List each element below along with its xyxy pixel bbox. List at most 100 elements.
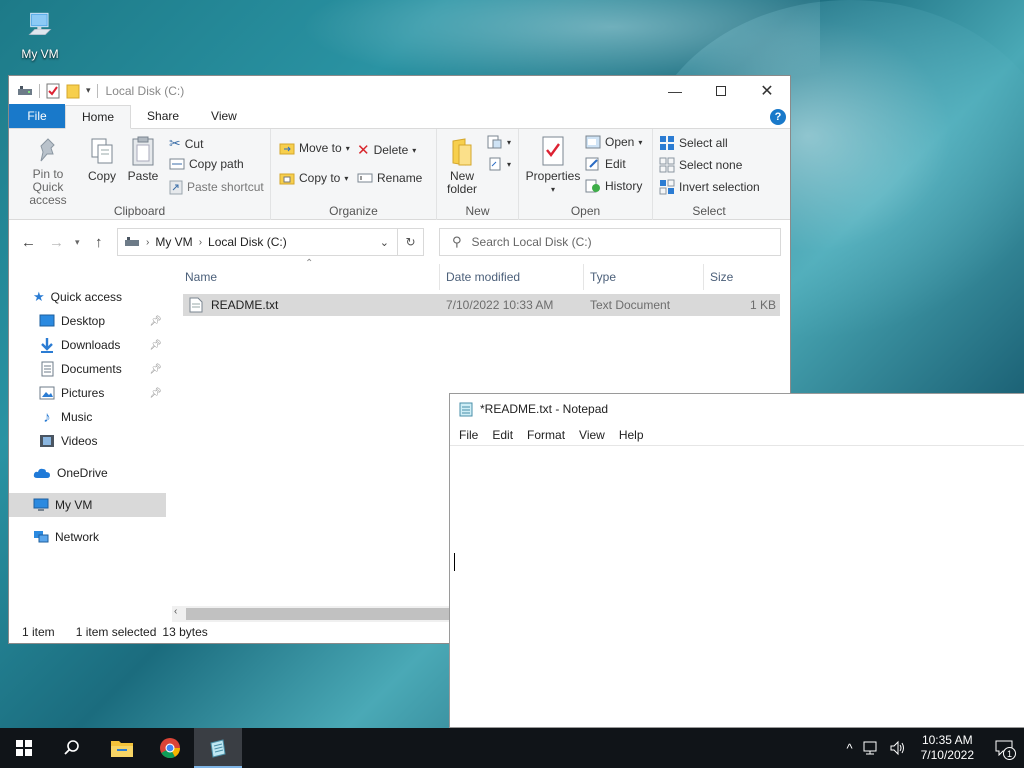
menu-file[interactable]: File: [452, 428, 485, 442]
properties-button[interactable]: Properties ▾: [521, 135, 585, 196]
delete-button[interactable]: ✕ Delete ▾: [357, 141, 416, 159]
copy-button[interactable]: Copy: [85, 137, 119, 183]
recent-dropdown-icon[interactable]: ▾: [75, 237, 80, 248]
notepad-titlebar[interactable]: *README.txt - Notepad: [450, 394, 1024, 424]
tab-home[interactable]: Home: [65, 105, 132, 129]
copy-to-button[interactable]: Copy to ▾: [279, 171, 348, 185]
search-box[interactable]: ⚲ Search Local Disk (C:): [439, 228, 781, 256]
breadcrumb-local-disk[interactable]: Local Disk (C:): [208, 235, 287, 249]
paste-icon: [132, 136, 154, 166]
column-header-size[interactable]: Size: [710, 264, 733, 290]
menu-view[interactable]: View: [572, 428, 612, 442]
tab-share[interactable]: Share: [131, 104, 195, 128]
taskbar-file-explorer[interactable]: [98, 728, 146, 768]
paste-shortcut-button[interactable]: Paste shortcut: [169, 179, 264, 195]
address-dropdown-icon[interactable]: ⌄: [380, 236, 389, 249]
volume-icon[interactable]: [889, 740, 907, 756]
history-button[interactable]: History: [585, 179, 642, 193]
show-hidden-icons-chevron-icon[interactable]: ^: [841, 741, 859, 756]
search-button[interactable]: [48, 728, 96, 768]
properties-check-icon[interactable]: [46, 83, 60, 99]
music-note-icon: ♪: [43, 408, 51, 426]
ribbon: Pin to Quick access Copy Paste ✂ Cut Cop…: [9, 129, 790, 220]
new-folder-qa-icon[interactable]: [66, 83, 80, 99]
notepad-icon: [459, 402, 473, 417]
taskbar-chrome[interactable]: [146, 728, 194, 768]
edit-button[interactable]: Edit: [585, 157, 626, 171]
select-all-icon: [660, 136, 674, 150]
minimize-button[interactable]: —: [652, 76, 698, 105]
qa-dropdown-icon[interactable]: ▾: [86, 85, 91, 96]
nav-label: Music: [61, 410, 93, 424]
properties-label: Properties: [525, 169, 581, 183]
tab-file[interactable]: File: [9, 104, 65, 128]
nav-quick-access[interactable]: ★ Quick access: [9, 285, 166, 309]
nav-pictures[interactable]: Pictures 📌︎: [9, 381, 166, 405]
nav-downloads[interactable]: Downloads 📌︎: [9, 333, 166, 357]
paste-button[interactable]: Paste: [125, 135, 161, 183]
rename-button[interactable]: Rename: [357, 171, 422, 185]
column-header-type[interactable]: Type: [590, 264, 616, 290]
action-center-button[interactable]: 1: [984, 728, 1024, 768]
select-all-button[interactable]: Select all: [659, 135, 728, 151]
close-button[interactable]: ✕: [744, 76, 790, 105]
breadcrumb-my-vm[interactable]: My VM: [155, 235, 192, 249]
help-icon[interactable]: ?: [770, 109, 786, 125]
chevron-down-icon: ▾: [507, 159, 512, 169]
nav-desktop[interactable]: Desktop 📌︎: [9, 309, 166, 333]
menu-edit[interactable]: Edit: [485, 428, 520, 442]
invert-selection-button[interactable]: Invert selection: [659, 179, 760, 195]
network-status-icon[interactable]: [863, 740, 881, 756]
start-button[interactable]: [0, 728, 48, 768]
taskbar-notepad[interactable]: [194, 728, 242, 768]
organize-group-label: Organize: [329, 204, 378, 218]
desktop-icon-my-vm[interactable]: My VM: [12, 8, 68, 61]
tab-view[interactable]: View: [195, 104, 253, 128]
column-header-date[interactable]: Date modified: [446, 264, 520, 290]
taskbar-clock[interactable]: 10:35 AM 7/10/2022: [911, 733, 984, 763]
clipboard-group-label: Clipboard: [113, 204, 166, 218]
menu-format[interactable]: Format: [520, 428, 572, 442]
explorer-titlebar[interactable]: ▾ Local Disk (C:) — ✕: [9, 76, 790, 105]
notepad-icon: [210, 739, 226, 758]
cut-button[interactable]: ✂ Cut: [169, 135, 203, 152]
nav-network[interactable]: Network: [9, 525, 166, 549]
move-to-icon: [279, 143, 295, 155]
move-to-button[interactable]: Move to ▾: [279, 141, 350, 155]
notepad-window[interactable]: *README.txt - Notepad File Edit Format V…: [449, 393, 1024, 728]
notepad-text-area[interactable]: [450, 447, 1024, 727]
scrollbar-thumb[interactable]: [186, 608, 466, 620]
new-folder-button[interactable]: New folder: [441, 137, 483, 196]
maximize-button[interactable]: [698, 76, 744, 105]
table-row[interactable]: README.txt 7/10/2022 10:33 AM Text Docum…: [183, 294, 780, 316]
column-header-name[interactable]: Name: [185, 264, 217, 290]
edit-label: Edit: [605, 157, 626, 171]
cut-label: Cut: [184, 136, 204, 151]
back-arrow-icon[interactable]: ←: [21, 234, 36, 251]
chevron-down-icon: ▾: [344, 173, 349, 183]
copy-path-button[interactable]: Copy path: [169, 157, 244, 171]
rename-label: Rename: [377, 171, 423, 185]
nav-documents[interactable]: Documents 📌︎: [9, 357, 166, 381]
nav-my-vm[interactable]: My VM: [9, 493, 166, 517]
nav-onedrive[interactable]: OneDrive: [9, 461, 166, 485]
forward-arrow-icon[interactable]: →: [49, 234, 64, 251]
address-bar[interactable]: › My VM › Local Disk (C:) ⌄: [117, 228, 398, 256]
nav-videos[interactable]: Videos: [9, 429, 166, 453]
refresh-button[interactable]: ↻: [398, 228, 424, 256]
up-arrow-icon[interactable]: ↑: [95, 234, 103, 251]
select-none-button[interactable]: Select none: [659, 157, 742, 173]
nav-label: My VM: [55, 498, 93, 512]
new-item-button[interactable]: ▾: [487, 135, 511, 149]
open-button[interactable]: Open ▾: [585, 135, 642, 149]
easy-access-button[interactable]: ▾: [487, 157, 511, 171]
pin-quick-access-button[interactable]: Pin to Quick access: [13, 137, 83, 207]
history-label: History: [605, 179, 643, 193]
nav-music[interactable]: ♪ Music: [9, 405, 166, 429]
clipboard-group: Pin to Quick access Copy Paste ✂ Cut Cop…: [9, 129, 271, 220]
clock-time: 10:35 AM: [921, 733, 973, 747]
menu-help[interactable]: Help: [612, 428, 651, 442]
scroll-left-icon[interactable]: ‹: [174, 606, 177, 617]
refresh-icon: ↻: [405, 235, 416, 249]
rename-icon: [357, 173, 373, 183]
